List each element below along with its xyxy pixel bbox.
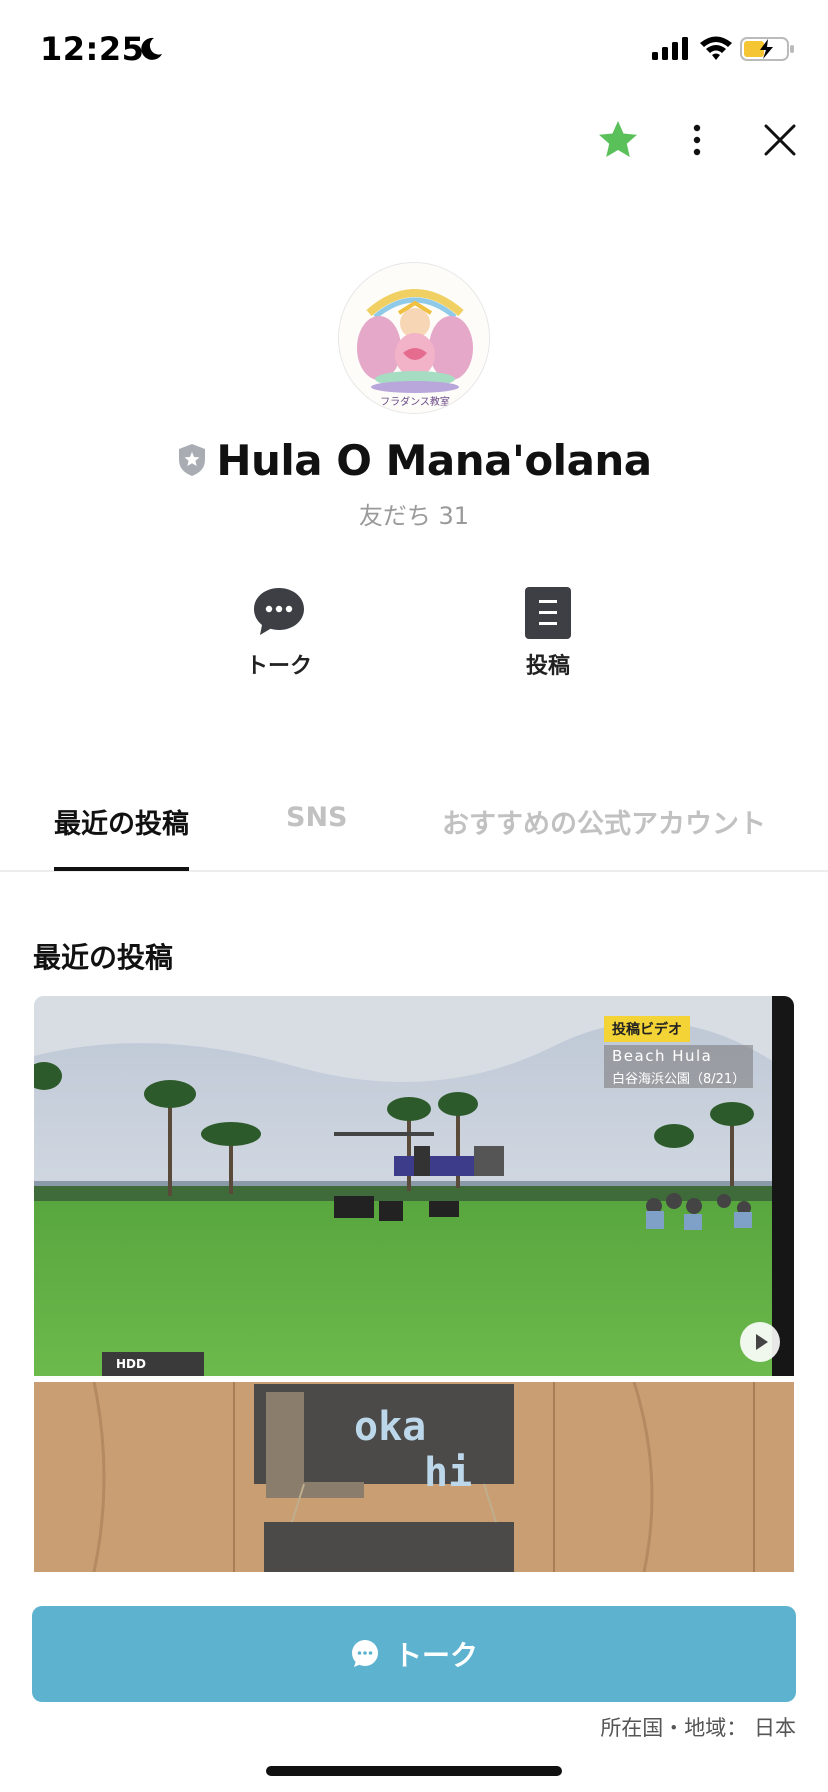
video-caption-overlay: 投稿ビデオ Beach Hula 白谷海浜公園（8/21）	[604, 1016, 754, 1088]
play-icon[interactable]	[740, 1322, 780, 1362]
signal-icon	[652, 37, 688, 60]
tab-bar: 最近の投稿 SNS おすすめの公式アカウント	[0, 792, 828, 872]
more-icon[interactable]	[684, 118, 710, 162]
wooden-sign-image: oka hi	[34, 1382, 794, 1572]
avatar[interactable]: フラダンス教室	[338, 262, 490, 414]
video-tag: 投稿ビデオ	[604, 1016, 690, 1042]
sign-text-2: hi	[424, 1450, 472, 1496]
tab-sns[interactable]: SNS	[286, 802, 348, 859]
talk-action-button[interactable]: トーク	[219, 584, 339, 680]
post-action-button[interactable]: 投稿	[488, 584, 608, 680]
wifi-icon	[700, 36, 732, 60]
talk-cta-button[interactable]: トーク	[32, 1606, 796, 1702]
friends-count[interactable]: 友だち 31	[0, 496, 828, 531]
home-indicator[interactable]	[266, 1766, 562, 1776]
status-time: 12:25	[40, 30, 145, 68]
tab-recommended-accounts[interactable]: おすすめの公式アカウント	[442, 802, 766, 867]
region-label: 所在国・地域： 日本	[600, 1716, 796, 1740]
talk-cta-label: トーク	[393, 1639, 478, 1672]
close-icon[interactable]	[758, 118, 802, 162]
star-icon[interactable]	[596, 118, 640, 162]
chat-icon	[351, 1640, 378, 1667]
post-image-thumbnail[interactable]: oka hi	[34, 1382, 794, 1572]
sign-text-1: oka	[354, 1404, 426, 1450]
avatar-caption: フラダンス教室	[380, 395, 450, 408]
video-caption-location: 白谷海浜公園（8/21）	[604, 1067, 754, 1088]
shield-icon	[179, 444, 206, 476]
post-action-label: 投稿	[525, 654, 570, 679]
video-caption-title: Beach Hula	[604, 1045, 754, 1067]
hdd-label: HDD	[102, 1352, 204, 1376]
tab-recent-posts[interactable]: 最近の投稿	[54, 802, 189, 871]
chat-icon	[254, 588, 304, 635]
talk-action-label: トーク	[245, 654, 312, 679]
avatar-illustration: フラダンス教室	[339, 263, 489, 413]
post-icon	[525, 587, 571, 639]
battery-icon	[740, 37, 794, 61]
moon-icon	[141, 37, 162, 60]
profile-name-row: Hula O Mana'olana	[0, 430, 828, 490]
post-video-thumbnail[interactable]: 投稿ビデオ Beach Hula 白谷海浜公園（8/21） HDD	[34, 996, 794, 1376]
section-title: 最近の投稿	[33, 941, 174, 974]
status-bar: 12:25	[0, 0, 828, 100]
profile-name: Hula O Mana'olana	[216, 435, 652, 485]
